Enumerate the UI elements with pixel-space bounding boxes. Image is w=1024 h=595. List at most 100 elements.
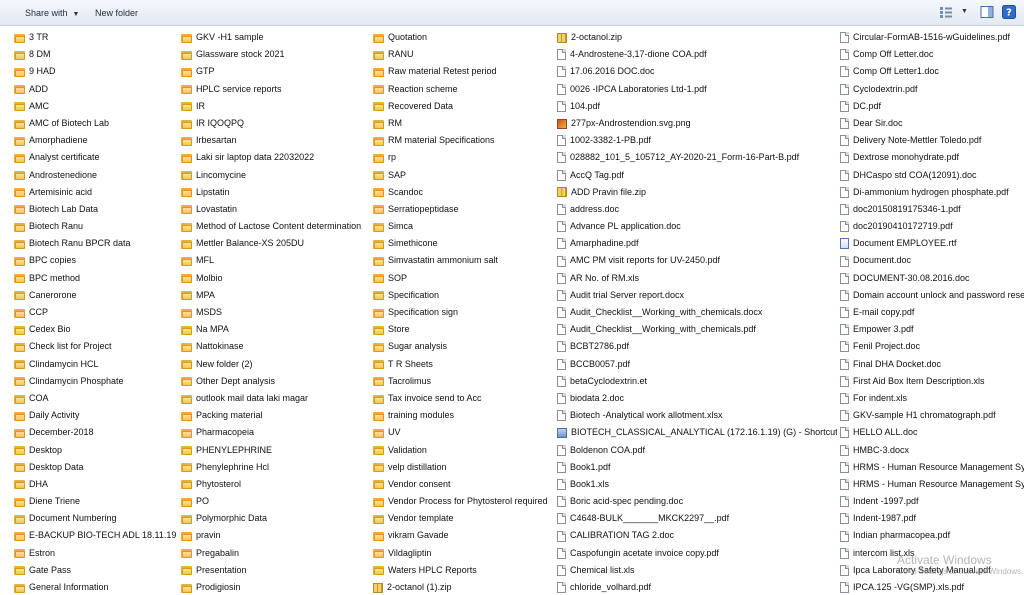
file-item[interactable]: Cyclodextrin.pdf	[840, 81, 1024, 98]
folder-item[interactable]: Raw material Retest period	[373, 63, 555, 80]
file-item[interactable]: Caspofungin acetate invoice copy.pdf	[557, 545, 837, 562]
file-item[interactable]: BCCB0057.pdf	[557, 356, 837, 373]
folder-item[interactable]: Specification	[373, 287, 555, 304]
folder-item[interactable]: Simethicone	[373, 235, 555, 252]
file-item[interactable]: GKV-sample H1 chromatograph.pdf	[840, 407, 1024, 424]
file-item[interactable]: Document.doc	[840, 252, 1024, 269]
folder-item[interactable]: Quotation	[373, 29, 555, 46]
folder-item[interactable]: Gate Pass	[14, 562, 179, 579]
help-icon[interactable]: ?	[1002, 5, 1016, 19]
folder-item[interactable]: BPC method	[14, 270, 179, 287]
folder-item[interactable]: RM material Specifications	[373, 132, 555, 149]
file-item[interactable]: Advance PL application.doc	[557, 218, 837, 235]
file-item[interactable]: Di-ammonium hydrogen phosphate.pdf	[840, 184, 1024, 201]
folder-item[interactable]: Desktop	[14, 442, 179, 459]
folder-item[interactable]: GKV -H1 sample	[181, 29, 371, 46]
file-item[interactable]: First Aid Box Item Description.xls	[840, 373, 1024, 390]
folder-item[interactable]: Vendor template	[373, 510, 555, 527]
folder-item[interactable]: IR IQOQPQ	[181, 115, 371, 132]
folder-item[interactable]: MSDS	[181, 304, 371, 321]
folder-item[interactable]: Androstenedione	[14, 167, 179, 184]
folder-item[interactable]: E-BACKUP BIO-TECH ADL 18.11.19	[14, 527, 179, 544]
file-item[interactable]: Indent-1987.pdf	[840, 510, 1024, 527]
folder-item[interactable]: DHA	[14, 476, 179, 493]
file-item[interactable]: DC.pdf	[840, 98, 1024, 115]
folder-item[interactable]: New folder (2)	[181, 356, 371, 373]
file-item[interactable]: Indian pharmacopea.pdf	[840, 527, 1024, 544]
file-item[interactable]: C4648-BULK_______MKCK2297__.pdf	[557, 510, 837, 527]
file-item[interactable]: Boldenon COA.pdf	[557, 442, 837, 459]
file-item[interactable]: Document EMPLOYEE.rtf	[840, 235, 1024, 252]
file-item[interactable]: Comp Off Letter1.doc	[840, 63, 1024, 80]
folder-item[interactable]: Molbio	[181, 270, 371, 287]
folder-item[interactable]: Recovered Data	[373, 98, 555, 115]
file-item[interactable]: Comp Off Letter.doc	[840, 46, 1024, 63]
folder-item[interactable]: Biotech Lab Data	[14, 201, 179, 218]
folder-item[interactable]: training modules	[373, 407, 555, 424]
folder-item[interactable]: Scandoc	[373, 184, 555, 201]
file-item[interactable]: Dextrose monohydrate.pdf	[840, 149, 1024, 166]
folder-item[interactable]: pravin	[181, 527, 371, 544]
folder-item[interactable]: CCP	[14, 304, 179, 321]
folder-item[interactable]: Na MPA	[181, 321, 371, 338]
file-item[interactable]: DHCaspo std COA(12091).doc	[840, 167, 1024, 184]
file-item[interactable]: biodata 2.doc	[557, 390, 837, 407]
folder-item[interactable]: Cedex Bio	[14, 321, 179, 338]
file-item[interactable]: address.doc	[557, 201, 837, 218]
folder-item[interactable]: Pharmacopeia	[181, 424, 371, 441]
folder-item[interactable]: 3 TR	[14, 29, 179, 46]
file-item[interactable]: E-mail copy.pdf	[840, 304, 1024, 321]
folder-item[interactable]: Tax invoice send to Acc	[373, 390, 555, 407]
file-item[interactable]: Ipca Laboratory Safety Manual.pdf	[840, 562, 1024, 579]
folder-item[interactable]: Serratiopeptidase	[373, 201, 555, 218]
file-item[interactable]: intercom list.xls	[840, 545, 1024, 562]
file-item[interactable]: Dear Sir.doc	[840, 115, 1024, 132]
folder-item[interactable]: Store	[373, 321, 555, 338]
folder-item[interactable]: ADD	[14, 81, 179, 98]
file-item[interactable]: Final DHA Docket.doc	[840, 356, 1024, 373]
file-item[interactable]: 028882_101_5_105712_AY-2020-21_Form-16-P…	[557, 149, 837, 166]
folder-item[interactable]: RM	[373, 115, 555, 132]
file-item[interactable]: 1002-3382-1-PB.pdf	[557, 132, 837, 149]
folder-item[interactable]: Validation	[373, 442, 555, 459]
file-item[interactable]: 4-Androstene-3,17-dione COA.pdf	[557, 46, 837, 63]
file-item[interactable]: HRMS - Human Resource Management Syste	[840, 459, 1024, 476]
file-item[interactable]: Fenil Project.doc	[840, 338, 1024, 355]
file-item[interactable]: Book1.xls	[557, 476, 837, 493]
folder-item[interactable]: PHENYLEPHRINE	[181, 442, 371, 459]
folder-item[interactable]: Clindamycin HCL	[14, 356, 179, 373]
folder-item[interactable]: Phenylephrine Hcl	[181, 459, 371, 476]
file-item[interactable]: 104.pdf	[557, 98, 837, 115]
folder-item[interactable]: Laki sir laptop data 22032022	[181, 149, 371, 166]
file-item[interactable]: CALIBRATION TAG 2.doc	[557, 527, 837, 544]
folder-item[interactable]: Prodigiosin	[181, 579, 371, 595]
folder-item[interactable]: T R Sheets	[373, 356, 555, 373]
folder-item[interactable]: SAP	[373, 167, 555, 184]
folder-item[interactable]: Irbesartan	[181, 132, 371, 149]
folder-item[interactable]: Vendor Process for Phytosterol required	[373, 493, 555, 510]
folder-item[interactable]: Biotech Ranu	[14, 218, 179, 235]
folder-item[interactable]: Document Numbering	[14, 510, 179, 527]
folder-item[interactable]: Check list for Project	[14, 338, 179, 355]
folder-item[interactable]: SOP	[373, 270, 555, 287]
folder-item[interactable]: Lovastatin	[181, 201, 371, 218]
folder-item[interactable]: 8 DM	[14, 46, 179, 63]
file-item[interactable]: HRMS - Human Resource Management Syste	[840, 476, 1024, 493]
folder-item[interactable]: Pregabalin	[181, 545, 371, 562]
file-item[interactable]: 0026 -IPCA Laboratories Ltd-1.pdf	[557, 81, 837, 98]
file-item[interactable]: AR No. of RM.xls	[557, 270, 837, 287]
file-item[interactable]: HELLO ALL.doc	[840, 424, 1024, 441]
folder-item[interactable]: Vendor consent	[373, 476, 555, 493]
file-item[interactable]: 277px-Androstendion.svg.png	[557, 115, 837, 132]
file-item[interactable]: Domain account unlock and password reset	[840, 287, 1024, 304]
folder-item[interactable]: AMC	[14, 98, 179, 115]
folder-item[interactable]: Biotech Ranu BPCR data	[14, 235, 179, 252]
file-item[interactable]: ADD Pravin file.zip	[557, 184, 837, 201]
folder-item[interactable]: COA	[14, 390, 179, 407]
folder-item[interactable]: Presentation	[181, 562, 371, 579]
file-item[interactable]: For indent.xls	[840, 390, 1024, 407]
file-item[interactable]: BIOTECH_CLASSICAL_ANALYTICAL (172.16.1.1…	[557, 424, 837, 441]
folder-item[interactable]: MPA	[181, 287, 371, 304]
folder-item[interactable]: Canerorone	[14, 287, 179, 304]
file-item[interactable]: Delivery Note-Mettler Toledo.pdf	[840, 132, 1024, 149]
